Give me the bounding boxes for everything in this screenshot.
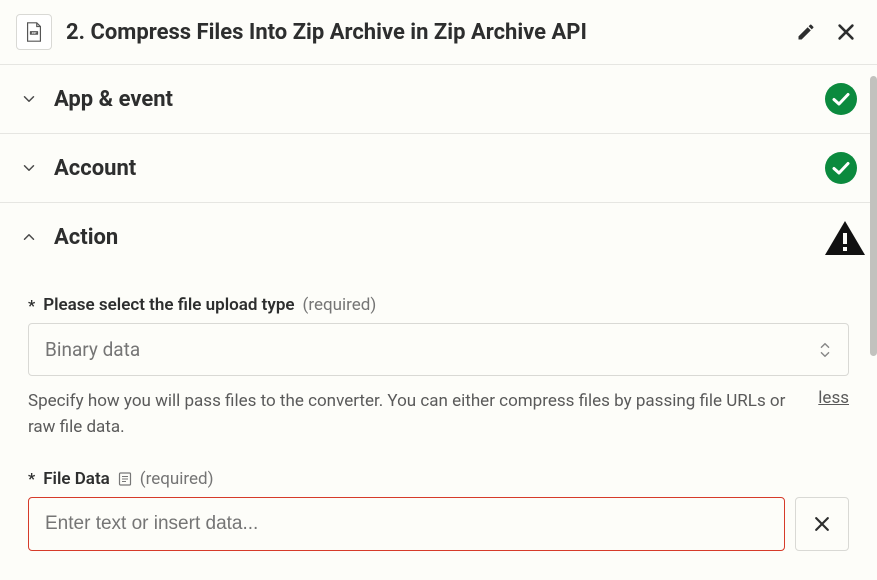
required-asterisk: * [28,469,35,488]
clear-input-button[interactable] [795,497,849,551]
close-icon [812,514,832,534]
edit-button[interactable] [795,21,817,43]
section-action[interactable]: Action [0,202,877,271]
status-complete-icon [825,152,857,184]
app-icon: ZIP [16,14,52,50]
pencil-icon [796,22,816,42]
field-label-row: * Please select the file upload type (re… [28,295,849,315]
chevron-up-icon [20,228,38,246]
close-icon [835,21,857,43]
section-app-event[interactable]: App & event [0,64,877,133]
field-help-text: Specify how you will pass files to the c… [28,388,788,441]
field-required-text: (required) [303,295,377,315]
header-actions [795,21,857,43]
help-row: Specify how you will pass files to the c… [28,388,849,441]
scrollbar-thumb[interactable] [870,76,877,356]
svg-text:ZIP: ZIP [32,31,37,35]
step-header: ZIP 2. Compress Files Into Zip Archive i… [0,0,877,64]
section-account[interactable]: Account [0,133,877,202]
step-title: 2. Compress Files Into Zip Archive in Zi… [66,20,781,45]
section-title: Action [54,225,809,250]
upload-type-select[interactable]: Binary data [28,323,849,376]
zip-file-icon: ZIP [23,21,45,43]
file-data-input-row [28,497,849,551]
scrollbar[interactable] [870,76,877,580]
file-data-input[interactable] [28,497,785,551]
chevron-down-icon [20,90,38,108]
field-label-row: * File Data (required) [28,469,849,489]
section-title: Account [54,156,809,181]
field-label: File Data [43,469,110,489]
note-icon [118,472,132,486]
status-complete-icon [825,83,857,115]
section-title: App & event [54,87,809,112]
action-body: * Please select the file upload type (re… [0,271,877,561]
status-warning-icon [825,221,857,253]
select-value: Binary data [45,338,140,361]
field-label: Please select the file upload type [43,295,294,315]
chevron-down-icon [20,159,38,177]
updown-icon [818,341,832,359]
toggle-help-link[interactable]: less [818,388,849,408]
field-required-text: (required) [140,469,214,489]
close-button[interactable] [835,21,857,43]
required-asterisk: * [28,296,35,315]
